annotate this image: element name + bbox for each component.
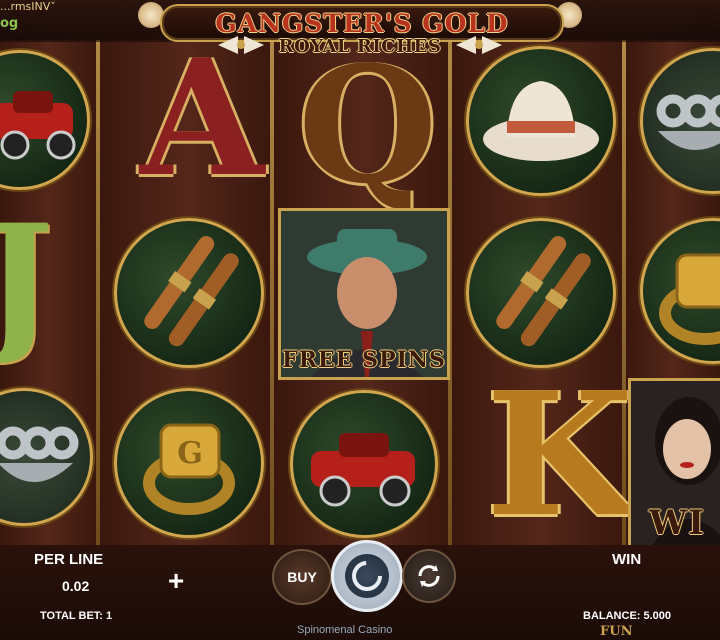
cigars-symbol (466, 218, 616, 368)
wild-label: WI (649, 503, 706, 543)
autoplay-button[interactable] (402, 549, 456, 603)
letter-k-symbol: K (486, 355, 634, 555)
brand-top: ...rmsINV˅ (0, 0, 56, 13)
gold-ring-icon (659, 253, 720, 345)
cigars-icon (496, 236, 591, 347)
gold-ring-icon: G (143, 423, 235, 515)
buy-button[interactable]: BUY (272, 549, 332, 605)
brand-sub: og (0, 16, 19, 31)
brass-knuckles-icon (656, 94, 720, 150)
cigars-symbol (114, 218, 264, 368)
ring-symbol (640, 218, 720, 364)
brand-logo: ...rmsINV˅ og (0, 0, 56, 31)
autoplay-icon (418, 565, 440, 587)
game-stage: J A G Q FREE SPINS K WI ...rmsINV˅ og GA… (0, 0, 720, 640)
spin-icon (345, 554, 389, 598)
increase-bet-button[interactable]: + (163, 567, 189, 595)
ring-symbol: G (114, 388, 264, 538)
svg-text:G: G (177, 436, 203, 471)
free-spins-scatter-symbol: FREE SPINS (278, 208, 450, 380)
fun-mode-label: FUN (600, 624, 633, 639)
knuckles-symbol (0, 388, 93, 526)
car-symbol (290, 390, 438, 538)
car-icon (0, 91, 76, 160)
game-subtitle: ROYAL RICHES (278, 36, 442, 57)
brass-knuckles-icon (0, 426, 79, 482)
knuckles-symbol (640, 48, 720, 194)
balance-label: BALANCE: 5.000 (583, 610, 672, 622)
letter-q-symbol: Q (298, 31, 438, 219)
car-symbol (0, 50, 90, 190)
provider-label: Spinomenal Casino (297, 624, 393, 636)
spin-arrow-icon (352, 561, 382, 591)
game-title: GANGSTER'S GOLD (215, 9, 509, 38)
letter-j-symbol: J (0, 192, 54, 368)
win-label: WIN (612, 551, 642, 568)
cigars-icon (144, 236, 239, 347)
free-spins-label: FREE SPINS (282, 347, 446, 373)
car-icon (311, 433, 415, 507)
spin-button[interactable] (331, 540, 403, 612)
letter-a-symbol: A (140, 24, 265, 212)
per-line-label: PER LINE (34, 551, 104, 568)
wild-symbol: WI (628, 378, 720, 550)
fedora-hat-icon (483, 81, 599, 161)
per-line-value: 0.02 (62, 578, 90, 594)
hat-symbol (466, 46, 616, 196)
total-bet-label: TOTAL BET: 1 (40, 610, 113, 622)
